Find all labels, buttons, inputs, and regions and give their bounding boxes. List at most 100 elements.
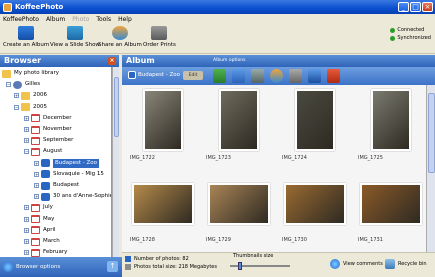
upload-arrow-icon[interactable]: ↑ xyxy=(107,261,118,272)
photo-caption: IMG_1728 xyxy=(130,237,155,243)
tree-node[interactable]: − 2005 xyxy=(14,103,47,112)
expand-icon[interactable]: + xyxy=(24,239,29,244)
close-panel-icon[interactable]: × xyxy=(108,57,116,65)
tree-node[interactable]: + July xyxy=(24,203,53,212)
edit-album-button[interactable]: Edit xyxy=(183,71,203,80)
expand-icon[interactable]: + xyxy=(24,205,29,211)
tree-node-label: July xyxy=(43,204,53,211)
expand-icon[interactable]: + xyxy=(24,127,29,132)
collapse-icon[interactable]: − xyxy=(24,149,29,155)
photo-thumbnail[interactable]: IMG_1722 xyxy=(128,87,198,167)
photo-thumbnail[interactable]: IMG_1731 xyxy=(356,169,426,249)
menu-album[interactable]: Album xyxy=(46,16,65,23)
slide-show-button[interactable]: View a Slide Show xyxy=(50,26,100,48)
slideshow-icon xyxy=(66,26,83,40)
tree-node-label: September xyxy=(43,137,74,144)
photo-thumbnail[interactable]: IMG_1725 xyxy=(356,87,426,167)
album-scrollbar[interactable] xyxy=(426,85,435,252)
tree-node-label: 2005 xyxy=(33,103,47,110)
tree-node[interactable]: + April xyxy=(24,226,56,235)
globe-icon xyxy=(3,262,13,272)
folder-icon xyxy=(21,103,30,112)
tree-node-label: May xyxy=(43,215,55,222)
delete-icon[interactable] xyxy=(327,69,340,83)
photo-thumbnail[interactable]: IMG_1729 xyxy=(204,169,274,249)
tree-node[interactable]: +30 ans d'Anne-Sophie xyxy=(34,192,112,201)
expand-icon[interactable]: + xyxy=(34,183,39,188)
tree-node-label: Budapest xyxy=(53,182,80,188)
tree-node[interactable]: + February xyxy=(24,248,67,257)
cal-icon xyxy=(31,136,40,145)
tree-node[interactable]: + May xyxy=(24,215,54,224)
expand-icon[interactable]: + xyxy=(24,250,29,256)
connection-status: Connected Synchronized xyxy=(390,26,431,42)
expand-icon[interactable]: + xyxy=(24,216,29,222)
menu-koffeephoto[interactable]: KoffeePhoto xyxy=(3,16,39,23)
expand-icon[interactable]: + xyxy=(34,171,39,177)
photos-icon xyxy=(125,256,131,262)
tree-node[interactable]: +2006 xyxy=(14,91,47,100)
tree-node[interactable]: + Slovaquie - Mig 15 xyxy=(34,170,104,179)
share-icon[interactable] xyxy=(270,69,283,83)
expand-icon[interactable]: + xyxy=(24,227,29,233)
create-album-button[interactable]: Create an Album xyxy=(3,26,49,48)
order-prints-button[interactable]: Order Prints xyxy=(143,26,176,48)
tree-node[interactable]: − Gilles xyxy=(6,80,40,89)
menu-help[interactable]: Help xyxy=(118,16,132,23)
tree-node-label: 30 ans d'Anne-Sophie xyxy=(53,193,112,200)
thumbnail-size-slider[interactable] xyxy=(238,262,242,270)
photo-thumbnail[interactable]: IMG_1723 xyxy=(204,87,274,167)
tree-node-label: December xyxy=(43,114,72,121)
photo-image xyxy=(360,183,422,225)
album-icon xyxy=(41,170,50,179)
minimize-button[interactable]: _ xyxy=(398,2,409,12)
tree-node[interactable]: − August xyxy=(24,147,62,156)
tree-node[interactable]: + November xyxy=(24,125,72,134)
comments-icon xyxy=(330,259,340,269)
album-icon xyxy=(41,159,50,168)
thumbnail-size-label: Thumbnails size xyxy=(233,253,274,259)
menu-tools[interactable]: Tools xyxy=(96,16,111,23)
cal-icon xyxy=(31,226,40,235)
expand-icon[interactable]: + xyxy=(14,93,19,99)
collapse-icon[interactable]: − xyxy=(6,82,11,88)
share-album-button[interactable]: Share an Album xyxy=(98,26,142,48)
tree-node[interactable]: + December xyxy=(24,114,72,123)
photo-thumbnail[interactable]: IMG_1728 xyxy=(128,169,198,249)
export-icon[interactable] xyxy=(251,69,264,83)
photo-thumbnail[interactable]: IMG_1730 xyxy=(280,169,350,249)
expand-icon[interactable]: + xyxy=(24,138,29,144)
photo-image xyxy=(284,183,346,225)
tree-node[interactable]: + September xyxy=(24,136,73,145)
maximize-button[interactable]: □ xyxy=(410,2,421,12)
share-icon xyxy=(111,26,128,40)
collapse-icon[interactable]: − xyxy=(14,104,19,110)
expand-icon[interactable]: + xyxy=(24,115,29,121)
tree-node[interactable]: + Budapest xyxy=(34,181,79,190)
browser-options-bar[interactable]: Browser options ↑ xyxy=(0,257,122,277)
album-icon xyxy=(128,71,136,79)
tree-node[interactable]: + Budapest - Zoo xyxy=(34,158,99,168)
cal-icon xyxy=(31,215,40,224)
edit-pencil-icon[interactable] xyxy=(213,69,226,83)
recycle-bin-button[interactable]: Recycle bin xyxy=(385,259,427,269)
expand-icon[interactable]: + xyxy=(34,194,39,200)
tree-node-label: November xyxy=(43,126,72,132)
photo-caption: IMG_1729 xyxy=(206,237,231,243)
connected-icon xyxy=(390,27,396,33)
slideshow-icon[interactable] xyxy=(232,69,245,83)
save-icon[interactable] xyxy=(308,69,321,83)
tree-node-label: 2006 xyxy=(33,92,47,99)
photo-image xyxy=(143,89,183,151)
browser-scrollbar[interactable] xyxy=(112,67,119,257)
album-panel-header: Album xyxy=(122,55,435,67)
photo-thumbnail[interactable]: IMG_1724 xyxy=(280,87,350,167)
expand-icon[interactable]: + xyxy=(34,160,39,166)
close-button[interactable]: × xyxy=(422,2,433,12)
tree-node[interactable]: My photo library xyxy=(2,69,59,78)
menu-photo[interactable]: Photo xyxy=(72,16,89,23)
view-comments-button[interactable]: View comments xyxy=(330,259,383,269)
tree-node[interactable]: + March xyxy=(24,237,60,246)
photos-total-size: Photos total size: 218 Megabytes xyxy=(134,264,217,270)
printer-icon[interactable] xyxy=(289,69,302,83)
